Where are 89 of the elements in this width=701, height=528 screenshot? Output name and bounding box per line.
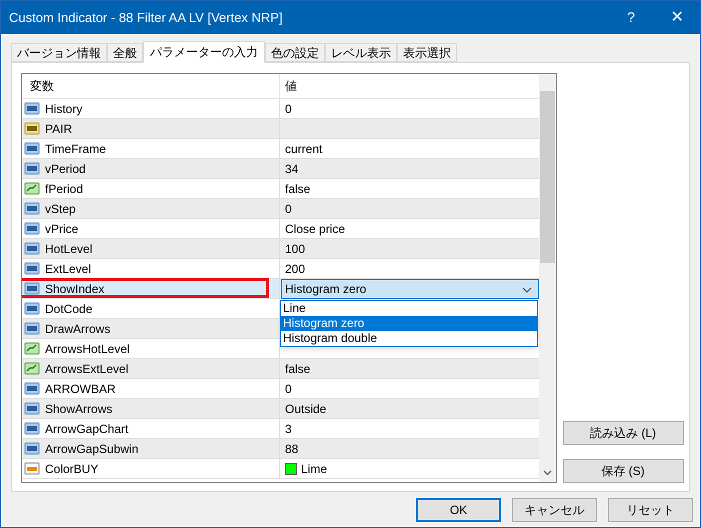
tab[interactable]: 全般 xyxy=(107,43,143,62)
number-icon xyxy=(24,441,40,456)
number-icon xyxy=(24,141,40,156)
parameter-name-cell[interactable]: ArrowGapChart xyxy=(22,419,280,438)
parameter-name-cell[interactable]: History xyxy=(22,99,280,118)
parameter-name-cell[interactable]: TimeFrame xyxy=(22,139,280,158)
parameter-name-cell[interactable]: ArrowsExtLevel xyxy=(22,359,280,378)
parameter-value: 0 xyxy=(285,380,292,398)
parameter-value: 0 xyxy=(285,100,292,118)
scrollbar[interactable] xyxy=(539,74,556,482)
parameter-name-cell[interactable]: ArrowsHotLevel xyxy=(22,339,280,358)
dialog-button[interactable]: OK xyxy=(416,498,501,522)
parameter-name: PAIR xyxy=(45,120,72,138)
parameter-name: History xyxy=(45,100,82,118)
tab[interactable]: パラメーターの入力 xyxy=(143,41,265,63)
parameter-value: 200 xyxy=(285,260,306,278)
parameter-name: ShowIndex xyxy=(45,280,104,298)
column-header: 変数 xyxy=(22,74,280,98)
parameter-name-cell[interactable]: DrawArrows xyxy=(22,319,280,338)
parameter-name: DotCode xyxy=(45,300,92,318)
parameter-value: Outside xyxy=(285,400,326,418)
parameter-value: current xyxy=(285,140,322,158)
parameter-name: HotLevel xyxy=(45,240,92,258)
parameter-name-cell[interactable]: ARROWBAR xyxy=(22,379,280,398)
parameter-name-cell[interactable]: ColorBUY xyxy=(22,459,280,478)
side-button[interactable]: 保存 (S) xyxy=(562,459,684,483)
parameter-value: false xyxy=(285,180,310,198)
parameter-name-cell[interactable]: HotLevel xyxy=(22,239,280,258)
tab[interactable]: 表示選択 xyxy=(397,43,457,62)
help-button[interactable]: ? xyxy=(608,1,654,34)
dropdown-option[interactable]: Histogram double xyxy=(281,331,537,346)
number-icon xyxy=(24,101,40,116)
caret-icon xyxy=(522,286,532,292)
parameter-name-cell[interactable]: ExtLevel xyxy=(22,259,280,278)
parameter-name: vPrice xyxy=(45,220,78,238)
parameter-value: 34 xyxy=(285,160,298,178)
parameter-value: Lime xyxy=(301,460,328,478)
window-title: Custom Indicator - 88 Filter AA LV [Vertex NRP] xyxy=(9,8,283,27)
number-icon xyxy=(24,281,40,296)
parameter-name: TimeFrame xyxy=(45,140,106,158)
dialog-button[interactable]: キャンセル xyxy=(512,498,597,522)
parameter-value: 3 xyxy=(285,420,292,438)
scroll-down-icon[interactable] xyxy=(543,470,552,476)
tab[interactable]: 色の設定 xyxy=(265,43,325,62)
number-icon xyxy=(24,241,40,256)
number-icon xyxy=(24,201,40,216)
parameter-name: ARROWBAR xyxy=(45,380,116,398)
parameter-name-cell[interactable]: vPeriod xyxy=(22,159,280,178)
number-icon xyxy=(24,401,40,416)
parameter-name: ColorBUY xyxy=(45,460,98,478)
parameter-name-cell[interactable]: DotCode xyxy=(22,299,280,318)
parameter-name: ShowArrows xyxy=(45,400,112,418)
side-button[interactable]: 読み込み (L) xyxy=(562,421,684,445)
parameter-name-cell[interactable]: vPrice xyxy=(22,219,280,238)
dropdown-option[interactable]: Line xyxy=(281,301,537,316)
number-icon xyxy=(24,421,40,436)
parameter-name-cell[interactable]: vStep xyxy=(22,199,280,218)
parameter-name: vStep xyxy=(45,200,76,218)
number-icon xyxy=(24,221,40,236)
parameter-name-cell[interactable]: ArrowGapSubwin xyxy=(22,439,280,458)
parameter-name: ArrowsHotLevel xyxy=(45,340,130,358)
number-icon xyxy=(24,381,40,396)
dropdown-option[interactable]: Histogram zero xyxy=(281,316,537,331)
parameter-name: ArrowGapChart xyxy=(45,420,128,438)
parameter-name: DrawArrows xyxy=(45,320,110,338)
number-icon xyxy=(24,161,40,176)
parameter-name: fPeriod xyxy=(45,180,84,198)
number-icon xyxy=(24,301,40,316)
parameter-name-cell[interactable]: ShowArrows xyxy=(22,399,280,418)
parameter-name: ArrowsExtLevel xyxy=(45,360,128,378)
scrollbar-thumb[interactable] xyxy=(540,91,555,263)
close-button[interactable]: ✕ xyxy=(654,1,700,34)
text-icon xyxy=(24,121,40,136)
parameter-name: ArrowGapSubwin xyxy=(45,440,138,458)
parameter-name: vPeriod xyxy=(45,160,86,178)
parameter-value: false xyxy=(285,360,310,378)
parameter-value: 100 xyxy=(285,240,306,258)
number-icon xyxy=(24,321,40,336)
column-header: 値 xyxy=(284,78,297,95)
parameter-name: ExtLevel xyxy=(45,260,92,278)
tab[interactable]: バージョン情報 xyxy=(11,43,107,62)
parameter-name-cell[interactable]: fPeriod xyxy=(22,179,280,198)
parameter-value: 0 xyxy=(285,200,292,218)
dropdown-field[interactable]: Histogram zero xyxy=(281,278,539,298)
parameter-value: Close price xyxy=(285,220,346,238)
parameter-value: 88 xyxy=(285,440,298,458)
dialog-button[interactable]: リセット xyxy=(608,498,693,522)
tab[interactable]: レベル表示 xyxy=(325,43,397,62)
number-icon xyxy=(24,261,40,276)
